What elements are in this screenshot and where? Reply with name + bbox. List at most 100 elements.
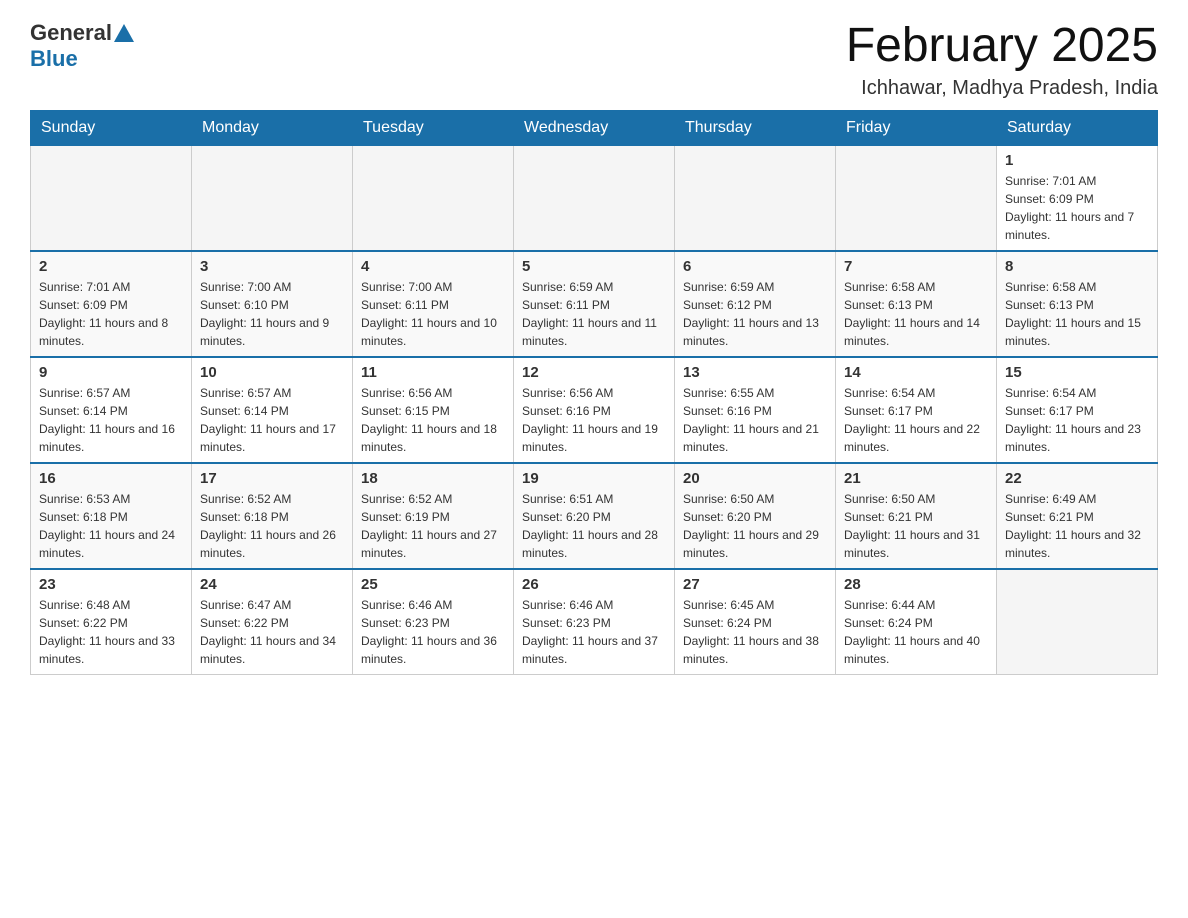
month-title: February 2025 <box>846 20 1158 73</box>
day-number: 22 <box>1005 470 1149 487</box>
calendar-cell: 26 Sunrise: 6:46 AMSunset: 6:23 PMDayligh… <box>514 569 675 675</box>
logo: General Blue <box>30 20 136 72</box>
page-header: General Blue February 2025 Ichhawar, Mad… <box>30 20 1158 100</box>
calendar-cell: 19Sunrise: 6:51 AMSunset: 6:20 PMDayligh… <box>514 463 675 569</box>
calendar-cell: 2Sunrise: 7:01 AMSunset: 6:09 PMDaylight… <box>31 251 192 357</box>
calendar-cell: 27Sunrise: 6:45 AMSunset: 6:24 PMDayligh… <box>675 569 836 675</box>
day-info: Sunrise: 6:52 AMSunset: 6:18 PMDaylight:… <box>200 490 344 562</box>
calendar-cell: 3 Sunrise: 7:00 AMSunset: 6:10 PMDaylight… <box>192 251 353 357</box>
day-number: 27 <box>683 576 827 593</box>
calendar-cell: 16 Sunrise: 6:53 AMSunset: 6:18 PMDayligh… <box>31 463 192 569</box>
calendar-week-row: 23Sunrise: 6:48 AMSunset: 6:22 PMDayligh… <box>31 569 1158 675</box>
calendar-cell: 13 Sunrise: 6:55 AMSunset: 6:16 PMDayligh… <box>675 357 836 463</box>
weekday-header-row: SundayMondayTuesdayWednesdayThursdayFrid… <box>31 110 1158 145</box>
day-info: Sunrise: 6:47 AMSunset: 6:22 PMDaylight:… <box>200 596 344 668</box>
day-info: Sunrise: 6:52 AMSunset: 6:19 PMDaylight:… <box>361 490 505 562</box>
calendar-week-row: 2Sunrise: 7:01 AMSunset: 6:09 PMDaylight… <box>31 251 1158 357</box>
calendar-cell <box>31 145 192 251</box>
weekday-header-sunday: Sunday <box>31 110 192 145</box>
day-info: Sunrise: 6:59 AMSunset: 6:11 PMDaylight:… <box>522 278 666 350</box>
day-info: Sunrise: 6:56 AMSunset: 6:15 PMDaylight:… <box>361 384 505 456</box>
calendar-cell: 8 Sunrise: 6:58 AMSunset: 6:13 PMDaylight… <box>997 251 1158 357</box>
logo-blue-text: Blue <box>30 46 78 72</box>
day-number: 4 <box>361 258 505 275</box>
weekday-header-friday: Friday <box>836 110 997 145</box>
day-number: 11 <box>361 364 505 381</box>
day-number: 1 <box>1005 152 1149 169</box>
day-info: Sunrise: 7:00 AMSunset: 6:10 PMDaylight:… <box>200 278 344 350</box>
calendar-cell: 24Sunrise: 6:47 AMSunset: 6:22 PMDayligh… <box>192 569 353 675</box>
calendar-cell: 4 Sunrise: 7:00 AMSunset: 6:11 PMDaylight… <box>353 251 514 357</box>
calendar-week-row: 1 Sunrise: 7:01 AMSunset: 6:09 PMDaylight… <box>31 145 1158 251</box>
calendar-cell: 23Sunrise: 6:48 AMSunset: 6:22 PMDayligh… <box>31 569 192 675</box>
day-number: 26 <box>522 576 666 593</box>
day-info: Sunrise: 6:58 AMSunset: 6:13 PMDaylight:… <box>1005 278 1149 350</box>
day-number: 21 <box>844 470 988 487</box>
day-info: Sunrise: 6:57 AMSunset: 6:14 PMDaylight:… <box>39 384 183 456</box>
day-number: 17 <box>200 470 344 487</box>
weekday-header-saturday: Saturday <box>997 110 1158 145</box>
day-info: Sunrise: 6:48 AMSunset: 6:22 PMDaylight:… <box>39 596 183 668</box>
day-info: Sunrise: 6:57 AMSunset: 6:14 PMDaylight:… <box>200 384 344 456</box>
calendar-cell: 1 Sunrise: 7:01 AMSunset: 6:09 PMDaylight… <box>997 145 1158 251</box>
day-number: 25 <box>361 576 505 593</box>
day-info: Sunrise: 6:44 AMSunset: 6:24 PMDaylight:… <box>844 596 988 668</box>
calendar-cell <box>836 145 997 251</box>
day-info: Sunrise: 7:00 AMSunset: 6:11 PMDaylight:… <box>361 278 505 350</box>
day-info: Sunrise: 6:58 AMSunset: 6:13 PMDaylight:… <box>844 278 988 350</box>
calendar-cell: 28 Sunrise: 6:44 AMSunset: 6:24 PMDayligh… <box>836 569 997 675</box>
day-info: Sunrise: 6:50 AMSunset: 6:21 PMDaylight:… <box>844 490 988 562</box>
day-info: Sunrise: 7:01 AMSunset: 6:09 PMDaylight:… <box>39 278 183 350</box>
day-info: Sunrise: 6:46 AMSunset: 6:23 PMDaylight:… <box>361 596 505 668</box>
calendar-cell: 9 Sunrise: 6:57 AMSunset: 6:14 PMDaylight… <box>31 357 192 463</box>
calendar-cell: 22Sunrise: 6:49 AMSunset: 6:21 PMDayligh… <box>997 463 1158 569</box>
day-info: Sunrise: 7:01 AMSunset: 6:09 PMDaylight:… <box>1005 172 1149 244</box>
day-number: 28 <box>844 576 988 593</box>
calendar-week-row: 9 Sunrise: 6:57 AMSunset: 6:14 PMDaylight… <box>31 357 1158 463</box>
calendar-cell: 10 Sunrise: 6:57 AMSunset: 6:14 PMDayligh… <box>192 357 353 463</box>
calendar-cell: 15 Sunrise: 6:54 AMSunset: 6:17 PMDayligh… <box>997 357 1158 463</box>
day-number: 6 <box>683 258 827 275</box>
day-number: 3 <box>200 258 344 275</box>
calendar-cell: 12 Sunrise: 6:56 AMSunset: 6:16 PMDayligh… <box>514 357 675 463</box>
day-number: 13 <box>683 364 827 381</box>
day-info: Sunrise: 6:50 AMSunset: 6:20 PMDaylight:… <box>683 490 827 562</box>
day-info: Sunrise: 6:55 AMSunset: 6:16 PMDaylight:… <box>683 384 827 456</box>
day-info: Sunrise: 6:59 AMSunset: 6:12 PMDaylight:… <box>683 278 827 350</box>
day-number: 20 <box>683 470 827 487</box>
calendar-cell <box>675 145 836 251</box>
day-number: 9 <box>39 364 183 381</box>
calendar-table: SundayMondayTuesdayWednesdayThursdayFrid… <box>30 110 1158 675</box>
day-number: 15 <box>1005 364 1149 381</box>
calendar-cell: 6 Sunrise: 6:59 AMSunset: 6:12 PMDaylight… <box>675 251 836 357</box>
day-number: 14 <box>844 364 988 381</box>
title-section: February 2025 Ichhawar, Madhya Pradesh, … <box>846 20 1158 100</box>
weekday-header-tuesday: Tuesday <box>353 110 514 145</box>
calendar-cell: 18 Sunrise: 6:52 AMSunset: 6:19 PMDayligh… <box>353 463 514 569</box>
calendar-cell: 11 Sunrise: 6:56 AMSunset: 6:15 PMDayligh… <box>353 357 514 463</box>
calendar-cell: 14 Sunrise: 6:54 AMSunset: 6:17 PMDayligh… <box>836 357 997 463</box>
day-info: Sunrise: 6:51 AMSunset: 6:20 PMDaylight:… <box>522 490 666 562</box>
calendar-cell: 21 Sunrise: 6:50 AMSunset: 6:21 PMDayligh… <box>836 463 997 569</box>
logo-triangle-icon <box>114 24 134 42</box>
calendar-cell <box>514 145 675 251</box>
day-info: Sunrise: 6:56 AMSunset: 6:16 PMDaylight:… <box>522 384 666 456</box>
logo-general-text: General <box>30 20 112 46</box>
calendar-cell <box>192 145 353 251</box>
day-number: 12 <box>522 364 666 381</box>
day-info: Sunrise: 6:53 AMSunset: 6:18 PMDaylight:… <box>39 490 183 562</box>
calendar-week-row: 16 Sunrise: 6:53 AMSunset: 6:18 PMDayligh… <box>31 463 1158 569</box>
day-number: 18 <box>361 470 505 487</box>
day-number: 8 <box>1005 258 1149 275</box>
calendar-cell: 25 Sunrise: 6:46 AMSunset: 6:23 PMDayligh… <box>353 569 514 675</box>
day-number: 10 <box>200 364 344 381</box>
day-number: 5 <box>522 258 666 275</box>
day-info: Sunrise: 6:54 AMSunset: 6:17 PMDaylight:… <box>844 384 988 456</box>
day-info: Sunrise: 6:46 AMSunset: 6:23 PMDaylight:… <box>522 596 666 668</box>
calendar-cell <box>353 145 514 251</box>
day-info: Sunrise: 6:54 AMSunset: 6:17 PMDaylight:… <box>1005 384 1149 456</box>
calendar-cell <box>997 569 1158 675</box>
day-number: 16 <box>39 470 183 487</box>
location-subtitle: Ichhawar, Madhya Pradesh, India <box>846 77 1158 100</box>
weekday-header-thursday: Thursday <box>675 110 836 145</box>
